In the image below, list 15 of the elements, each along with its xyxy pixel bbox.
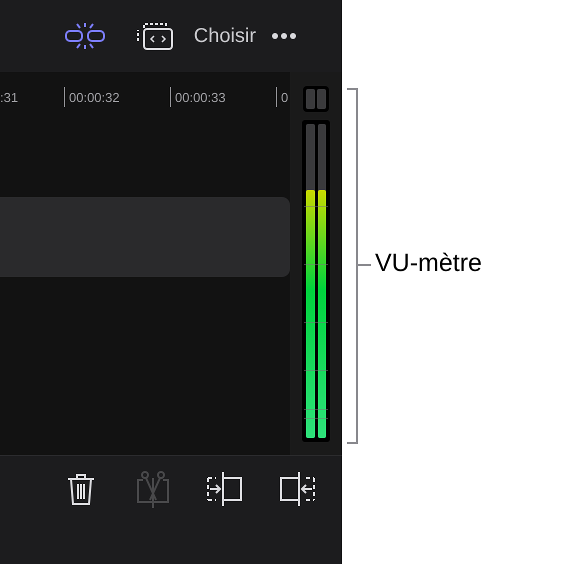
scissors-icon <box>135 470 171 508</box>
trash-icon <box>67 472 95 506</box>
clip[interactable] <box>0 197 290 277</box>
callout-label: VU-mètre <box>375 249 482 278</box>
trim-end-icon <box>278 471 316 507</box>
timecode-label: :31 <box>0 90 18 104</box>
timecode-label: 00:00:33 <box>174 90 226 104</box>
more-icon <box>271 32 297 40</box>
timecode-label: 0 <box>280 90 288 104</box>
timecode-label: 00:00:32 <box>68 90 120 104</box>
choose-button[interactable]: Choisir <box>194 24 256 48</box>
peak-indicator <box>303 86 329 112</box>
trim-start-icon <box>206 471 244 507</box>
snap-icon <box>64 22 106 50</box>
overlay-clip-icon <box>136 21 174 51</box>
